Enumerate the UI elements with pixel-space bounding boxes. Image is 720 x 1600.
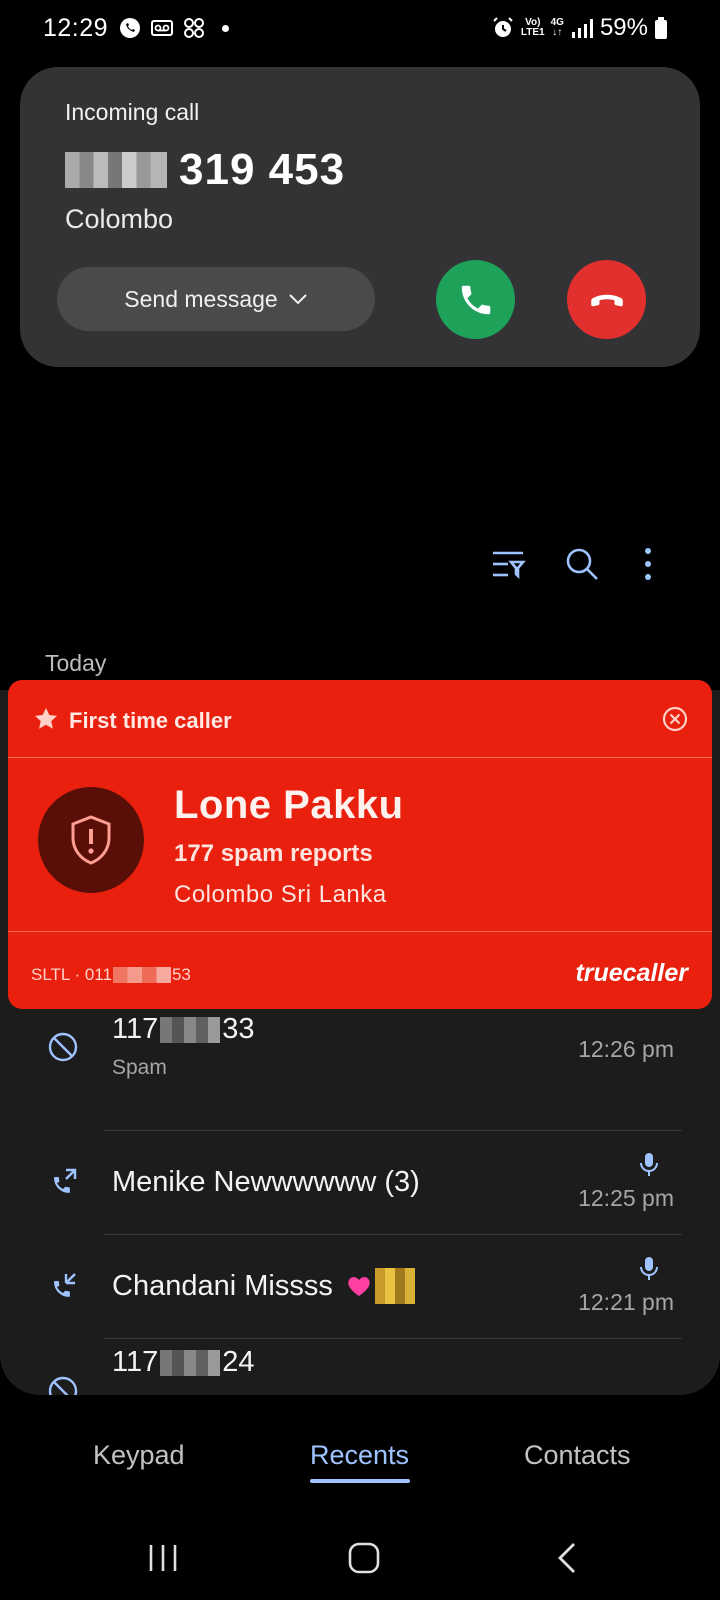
status-bar: 12:29 Vo) LTE1 4G ↓↑ 59% [0,0,720,60]
apps-grid-icon [184,18,204,38]
contact-name: Chandani Missss [112,1268,417,1304]
send-message-label: Send message [124,285,278,312]
4g-indicator: 4G ↓↑ [550,17,564,38]
caller-location: Colombo Sri Lanka [174,881,387,908]
recording-mic-icon [640,1257,658,1280]
shield-alert-icon [71,815,111,865]
incoming-call-card: Incoming call 319 453 Colombo Send messa… [20,67,700,367]
recent-apps-icon[interactable] [143,1540,183,1576]
caller-number-text: 319 453 [179,145,346,194]
back-icon[interactable] [548,1540,588,1576]
incoming-call-icon [54,1273,76,1297]
status-system-icons: Vo) LTE1 4G ↓↑ 59% [491,14,668,42]
search-icon[interactable] [564,546,600,582]
battery-percent: 59% [599,14,648,41]
close-icon[interactable] [662,706,688,732]
divider [8,757,712,758]
caller-name: Lone Pakku [174,783,404,827]
truecaller-caller-id-card[interactable]: First time caller Lone Pakku 177 spam re… [8,680,712,1009]
whatsapp-icon [120,18,140,38]
list-item[interactable]: Menike Newwwwww (3) 12:25 pm [0,1130,720,1234]
pixelated-redaction [112,967,171,983]
carrier-number: SLTL · 011 53 [31,965,191,984]
filter-icon[interactable] [490,546,526,582]
outgoing-call-icon [54,1168,77,1193]
call-subtitle: Spam [112,1056,167,1079]
spam-reports-count: 177 spam reports [174,840,373,867]
divider [8,931,712,932]
truecaller-header: First time caller [8,680,712,758]
more-notifications-dot [222,24,229,32]
call-time: 12:25 pm [578,1185,674,1211]
call-time: 12:21 pm [578,1289,674,1315]
call-time: 12:26 pm [578,1036,674,1062]
tab-keypad[interactable]: Keypad [93,1440,185,1471]
spam-avatar [38,787,144,893]
section-header-today: Today [45,650,107,676]
chevron-down-icon [289,294,307,305]
alarm-icon [493,17,513,37]
caller-location: Colombo [65,204,174,234]
decline-call-button[interactable] [567,260,646,339]
active-tab-indicator [310,1479,410,1483]
status-notification-icons [118,16,229,40]
contact-name: Menike Newwwwww (3) [112,1166,420,1198]
pixelated-redaction [160,1016,221,1043]
truecaller-logo: truecaller [575,959,688,987]
list-item[interactable]: Chandani Missss 12:21 pm [0,1234,720,1338]
heart-emoji-icon [348,1277,370,1296]
star-icon [35,708,57,729]
status-time: 12:29 [43,14,109,42]
blocked-icon [48,1376,78,1395]
more-options-icon[interactable] [630,546,666,582]
tab-recents[interactable]: Recents [310,1440,409,1471]
list-item[interactable]: 117 24 [0,1338,720,1395]
pixelated-redaction [160,1349,221,1376]
signal-icon [571,19,593,38]
pixelated-emoji [374,1268,415,1304]
tab-contacts[interactable]: Contacts [524,1440,631,1471]
incoming-call-label: Incoming call [65,99,200,125]
list-item[interactable]: 117 33 Spam 12:26 pm [0,1010,720,1114]
accept-call-button[interactable] [436,260,515,339]
hang-up-icon [590,294,623,306]
voicemail-icon [151,20,173,36]
first-time-caller-label: First time caller [69,708,232,733]
recording-mic-icon [640,1153,658,1176]
phone-icon [461,285,490,314]
battery-icon [655,17,667,39]
blocked-icon [48,1032,78,1062]
contact-name: 117 24 [112,1346,255,1378]
volte-indicator: Vo) LTE1 [520,17,545,38]
contact-name: 117 33 [112,1013,255,1045]
home-icon[interactable] [344,1540,384,1576]
pixelated-redaction [65,152,167,188]
send-message-button[interactable]: Send message [57,267,375,331]
caller-number: 319 453 [65,145,345,195]
